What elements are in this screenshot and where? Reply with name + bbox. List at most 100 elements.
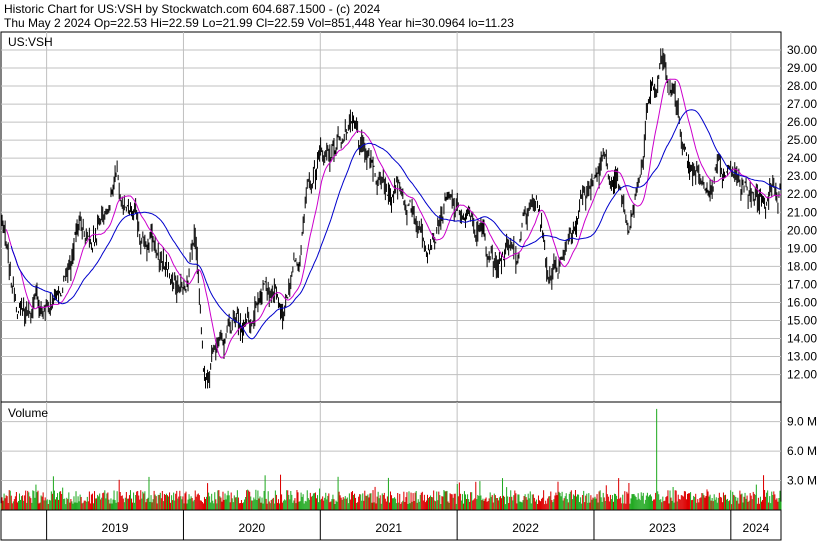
- volume-bar: [575, 496, 578, 510]
- volume-bar: [387, 477, 389, 510]
- volume-bar: [732, 491, 734, 510]
- volume-bar: [282, 502, 284, 510]
- volume-bar: [433, 490, 435, 510]
- volume-bar: [61, 494, 63, 510]
- volume-bar: [329, 502, 331, 510]
- volume-bar: [478, 496, 480, 510]
- volume-bar: [398, 502, 400, 510]
- volume-bar: [622, 494, 624, 510]
- volume-bar: [240, 500, 242, 510]
- volume-bar: [382, 495, 384, 510]
- volume-bar: [99, 493, 101, 510]
- volume-bar: [78, 501, 80, 510]
- volume-bar: [342, 497, 344, 510]
- volume-bar: [303, 503, 305, 510]
- volume-bar: [543, 490, 545, 510]
- volume-bar: [422, 500, 424, 510]
- volume-bar: [527, 493, 529, 510]
- volume-bar: [520, 501, 522, 510]
- volume-bar: [582, 495, 584, 510]
- volume-bar: [554, 495, 556, 510]
- volume-bar: [250, 496, 252, 510]
- volume-bar: [602, 492, 604, 510]
- volume-bar: [469, 501, 471, 510]
- volume-bar: [629, 503, 631, 510]
- volume-bar: [111, 503, 113, 510]
- volume-bar: [272, 497, 274, 510]
- volume-bar: [210, 502, 212, 510]
- volume-bar: [473, 499, 475, 510]
- volume-bar: [492, 502, 494, 510]
- volume-bar: [367, 494, 369, 510]
- volume-bar: [716, 502, 718, 510]
- volume-bar: [573, 495, 575, 510]
- volume-bar: [169, 492, 171, 510]
- volume-bar: [202, 503, 204, 510]
- volume-bar: [653, 499, 655, 510]
- volume-bar: [407, 503, 409, 510]
- volume-bar: [522, 500, 524, 510]
- volume-bar: [49, 500, 51, 510]
- volume-bar: [8, 490, 10, 510]
- volume-bar: [773, 491, 775, 510]
- volume-bar: [199, 500, 201, 510]
- volume-tick-label: 9.0 M: [787, 415, 817, 429]
- volume-bar: [711, 498, 713, 510]
- volume-bar: [448, 502, 450, 510]
- volume-bar: [633, 494, 635, 510]
- volume-bar: [333, 499, 335, 510]
- volume-bar: [374, 486, 376, 510]
- volume-bar: [255, 489, 257, 510]
- volume-bar: [735, 497, 737, 510]
- volume-bar: [36, 492, 38, 510]
- volume-bar: [618, 478, 620, 510]
- volume-bar: [151, 502, 153, 510]
- volume-bar: [45, 500, 47, 510]
- volume-bar: [112, 499, 114, 510]
- volume-bar: [286, 490, 288, 510]
- volume-bar: [565, 493, 567, 510]
- volume-bar: [712, 501, 714, 510]
- volume-bar: [466, 499, 468, 510]
- volume-bar: [671, 500, 673, 510]
- volume-bar: [748, 500, 750, 510]
- volume-bar: [96, 498, 98, 510]
- volume-bar: [754, 494, 756, 510]
- volume-bar: [715, 497, 717, 510]
- volume-bar: [68, 492, 70, 510]
- volume-bar: [710, 500, 712, 510]
- volume-bar: [730, 490, 732, 510]
- volume-bar: [614, 493, 616, 510]
- price-tick-label: 29.00: [787, 61, 817, 75]
- volume-bar: [128, 495, 130, 510]
- volume-bar: [118, 479, 120, 510]
- volume-bar: [155, 496, 157, 510]
- volume-bar: [679, 499, 681, 510]
- volume-bar: [362, 493, 364, 510]
- volume-bar: [206, 496, 208, 510]
- volume-bar: [346, 497, 348, 510]
- volume-bar: [484, 498, 486, 510]
- volume-bar: [120, 496, 122, 510]
- volume-bar: [295, 503, 297, 510]
- volume-bar: [354, 493, 356, 510]
- volume-bar: [294, 498, 296, 510]
- volume-bar: [107, 492, 109, 510]
- volume-bar: [18, 493, 21, 510]
- volume-bar: [663, 501, 665, 510]
- volume-bar: [545, 500, 547, 510]
- year-label: 2022: [512, 521, 539, 535]
- volume-bar: [585, 495, 587, 510]
- price-tick-label: 23.00: [787, 169, 817, 183]
- volume-bar: [72, 503, 74, 510]
- volume-bar: [532, 494, 534, 510]
- volume-bar: [292, 502, 294, 510]
- volume-bar: [238, 503, 240, 510]
- volume-bar: [415, 491, 417, 510]
- volume-bar: [486, 501, 488, 510]
- volume-bar: [440, 504, 442, 510]
- volume-bar: [562, 500, 564, 510]
- volume-bar: [641, 495, 643, 510]
- volume-bar: [315, 498, 318, 510]
- volume-bar: [47, 504, 49, 510]
